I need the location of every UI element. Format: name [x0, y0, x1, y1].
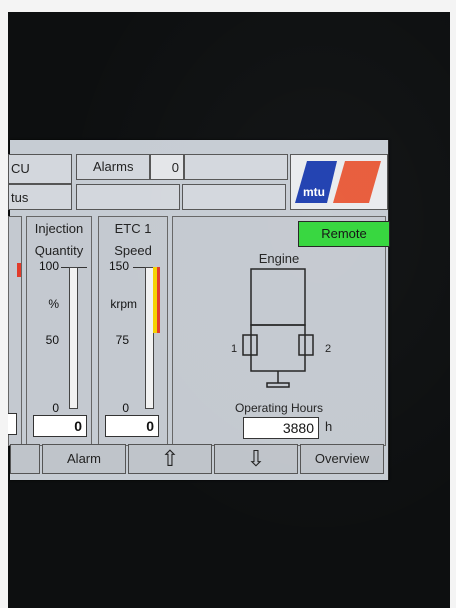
- mtu-logo-text: mtu: [303, 185, 325, 199]
- up-arrow-icon: ⇧: [160, 446, 180, 471]
- mtu-logo: mtu: [290, 154, 388, 210]
- tick-75: 75: [115, 333, 129, 347]
- tick-0: 0: [52, 401, 59, 415]
- alarms-count-cell: 0: [150, 154, 184, 180]
- camera-photo-background: CU tus Alarms 0 mtu Injection Quantity 1…: [8, 12, 450, 608]
- turbo-1-label: 1: [231, 343, 238, 355]
- injection-value: 0: [33, 415, 87, 437]
- remote-button[interactable]: Remote: [298, 221, 390, 247]
- speed-title: Speed: [114, 243, 152, 258]
- tick-0-speed: 0: [122, 401, 129, 415]
- operating-hours-label: Operating Hours: [234, 401, 324, 415]
- scroll-down-button[interactable]: ⇩: [214, 444, 298, 474]
- hours-unit: h: [325, 419, 333, 434]
- hmi-screen: CU tus Alarms 0 mtu Injection Quantity 1…: [8, 140, 389, 480]
- tick-percent-unit: %: [48, 297, 59, 311]
- tick-krpm-unit: krpm: [110, 297, 137, 311]
- tick-100: 100: [38, 259, 59, 273]
- overview-button[interactable]: Overview: [300, 444, 384, 474]
- partial-value-box: [8, 413, 17, 435]
- etc1-speed-panel: ETC 1 Speed 150 krpm 75 0 0: [98, 216, 168, 446]
- etc1-title: ETC 1: [114, 221, 152, 236]
- engine-panel: Engine 1 2 Operating Hours 3880 h: [172, 216, 386, 446]
- header-blank-cell-3: [182, 184, 286, 210]
- injection-quantity-panel: Injection Quantity 100 % 50 0 0: [26, 216, 92, 446]
- engine-label: Engine: [258, 251, 300, 266]
- header-blank-cell-1: [184, 154, 288, 180]
- alarms-count: 0: [171, 160, 179, 175]
- alarm-button[interactable]: Alarm: [42, 444, 126, 474]
- alarms-label: Alarms: [93, 159, 134, 174]
- ecu-cell[interactable]: CU: [8, 154, 72, 184]
- partial-gauge-red-mark: [17, 263, 21, 277]
- tick-50: 50: [45, 333, 59, 347]
- mtu-logo-icon: [295, 161, 381, 203]
- injection-title: Injection: [34, 221, 84, 236]
- speed-value: 0: [105, 415, 159, 437]
- down-arrow-icon: ⇩: [246, 446, 266, 471]
- footer-partial-button[interactable]: [10, 444, 40, 474]
- status-label: tus: [11, 190, 29, 205]
- alarms-label-cell: Alarms: [76, 154, 150, 180]
- injection-gauge-bar: [69, 267, 78, 409]
- engine-schematic-icon: [242, 268, 314, 388]
- turbo-2-label: 2: [325, 343, 332, 355]
- ecu-label: CU: [11, 161, 30, 176]
- operating-hours-value: 3880: [243, 417, 319, 439]
- tick-150: 150: [108, 259, 129, 273]
- quantity-title: Quantity: [34, 243, 84, 258]
- partial-gauge-panel: [8, 216, 22, 446]
- status-cell[interactable]: tus: [8, 184, 72, 210]
- scroll-up-button[interactable]: ⇧: [128, 444, 212, 474]
- header-blank-cell-2: [76, 184, 180, 210]
- speed-red-zone: [157, 267, 160, 333]
